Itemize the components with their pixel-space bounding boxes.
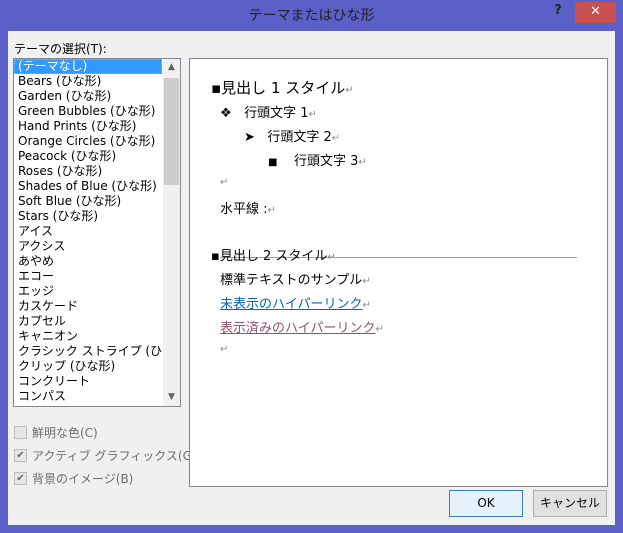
theme-list-item[interactable]: Shades of Blue (ひな形) [14, 179, 162, 194]
theme-list-item[interactable]: Stars (ひな形) [14, 209, 162, 224]
theme-list-item[interactable]: コンパス [14, 389, 162, 404]
theme-list-item[interactable]: Peacock (ひな形) [14, 149, 162, 164]
square-bullet-icon: ■ [268, 157, 278, 168]
preview-bullet2: ➤ 行頭文字 2↵ [244, 130, 341, 145]
preview-hr-label: 水平線 :↵ [220, 202, 276, 217]
theme-list[interactable]: (テーマなし) Bears (ひな形) Garden (ひな形) Green Bubb… [13, 58, 181, 407]
window-title: テーマまたはひな形 [248, 8, 375, 24]
preview-normal-text: 標準テキストのサンプル↵ [220, 273, 371, 288]
close-button[interactable]: ✕ [575, 2, 616, 23]
theme-list-item[interactable]: カスケード [14, 299, 162, 314]
help-button[interactable]: ? [548, 2, 568, 22]
preview-bullet3: ■ 行頭文字 3↵ [268, 154, 367, 169]
scrollbar[interactable]: ▲ ▼ [163, 59, 180, 406]
theme-list-item[interactable]: コンクリート [14, 374, 162, 389]
preview-link: 未表示のハイパーリンク↵ [220, 297, 371, 312]
theme-list-item[interactable]: Roses (ひな形) [14, 164, 162, 179]
cancel-button[interactable]: キャンセル [533, 490, 607, 517]
scroll-up-icon[interactable]: ▲ [163, 59, 180, 76]
scroll-thumb[interactable] [164, 78, 179, 185]
theme-list-item[interactable]: Garden (ひな形) [14, 89, 162, 104]
theme-list-item[interactable]: Green Bubbles (ひな形) [14, 104, 162, 119]
scroll-down-icon[interactable]: ▼ [163, 389, 180, 406]
active-graphics-checkbox[interactable]: ✔ アクティブ グラフィックス(G) [14, 447, 197, 464]
theme-list-item[interactable]: キャニオン [14, 329, 162, 344]
preview-visited-link: 表示済みのハイパーリンク↵ [220, 321, 384, 336]
theme-list-item[interactable]: エッジ [14, 284, 162, 299]
theme-label: テーマの選択(T): [14, 42, 107, 56]
theme-list-item[interactable]: Bears (ひな形) [14, 74, 162, 89]
theme-list-item[interactable]: (テーマなし) [14, 59, 162, 74]
theme-list-item[interactable]: クリップ (ひな形) [14, 359, 162, 374]
preview-heading1: ▪見出し 1 スタイル↵ [211, 79, 354, 97]
theme-list-item[interactable]: アクシス [14, 239, 162, 254]
arrow-bullet-icon: ➤ [244, 130, 255, 145]
vivid-colors-checkbox[interactable]: 鮮明な色(C) [14, 424, 98, 441]
paragraph-mark: ↵ [220, 177, 229, 188]
theme-list-item[interactable]: クラシック ストライプ (ひな形) [14, 344, 180, 359]
diamond-bullet-icon: ❖ [220, 106, 232, 121]
check-icon[interactable]: ✔ [14, 472, 27, 485]
theme-list-item[interactable]: Hand Prints (ひな形) [14, 119, 162, 134]
paragraph-mark: ↵ [220, 344, 229, 355]
checkbox-label: 背景のイメージ(B) [32, 472, 134, 486]
theme-list-item[interactable]: アイス [14, 224, 162, 239]
theme-list-item[interactable]: あやめ [14, 254, 162, 269]
preview-heading2: ▪見出し 2 スタイル↵ [211, 249, 336, 264]
theme-list-item[interactable]: エコー [14, 269, 162, 284]
checkbox-label: 鮮明な色(C) [32, 426, 98, 440]
check-icon[interactable]: ✔ [14, 449, 27, 462]
theme-preview: ▪見出し 1 スタイル↵ ❖ 行頭文字 1↵ ➤ 行頭文字 2↵ ■ 行頭文字 … [189, 58, 608, 487]
dialog-body: テーマの選択(T): (テーマなし) Bears (ひな形) Garden (ひな形… [8, 31, 615, 525]
theme-list-item[interactable]: Orange Circles (ひな形) [14, 134, 162, 149]
background-image-checkbox[interactable]: ✔ 背景のイメージ(B) [14, 470, 133, 487]
checkbox-box[interactable] [14, 426, 27, 439]
preview-bullet1: ❖ 行頭文字 1↵ [220, 106, 317, 121]
theme-list-item[interactable]: カプセル [14, 314, 162, 329]
theme-list-item[interactable]: Soft Blue (ひな形) [14, 194, 162, 209]
checkbox-label: アクティブ グラフィックス(G) [32, 449, 197, 463]
ok-button[interactable]: OK [449, 490, 523, 517]
